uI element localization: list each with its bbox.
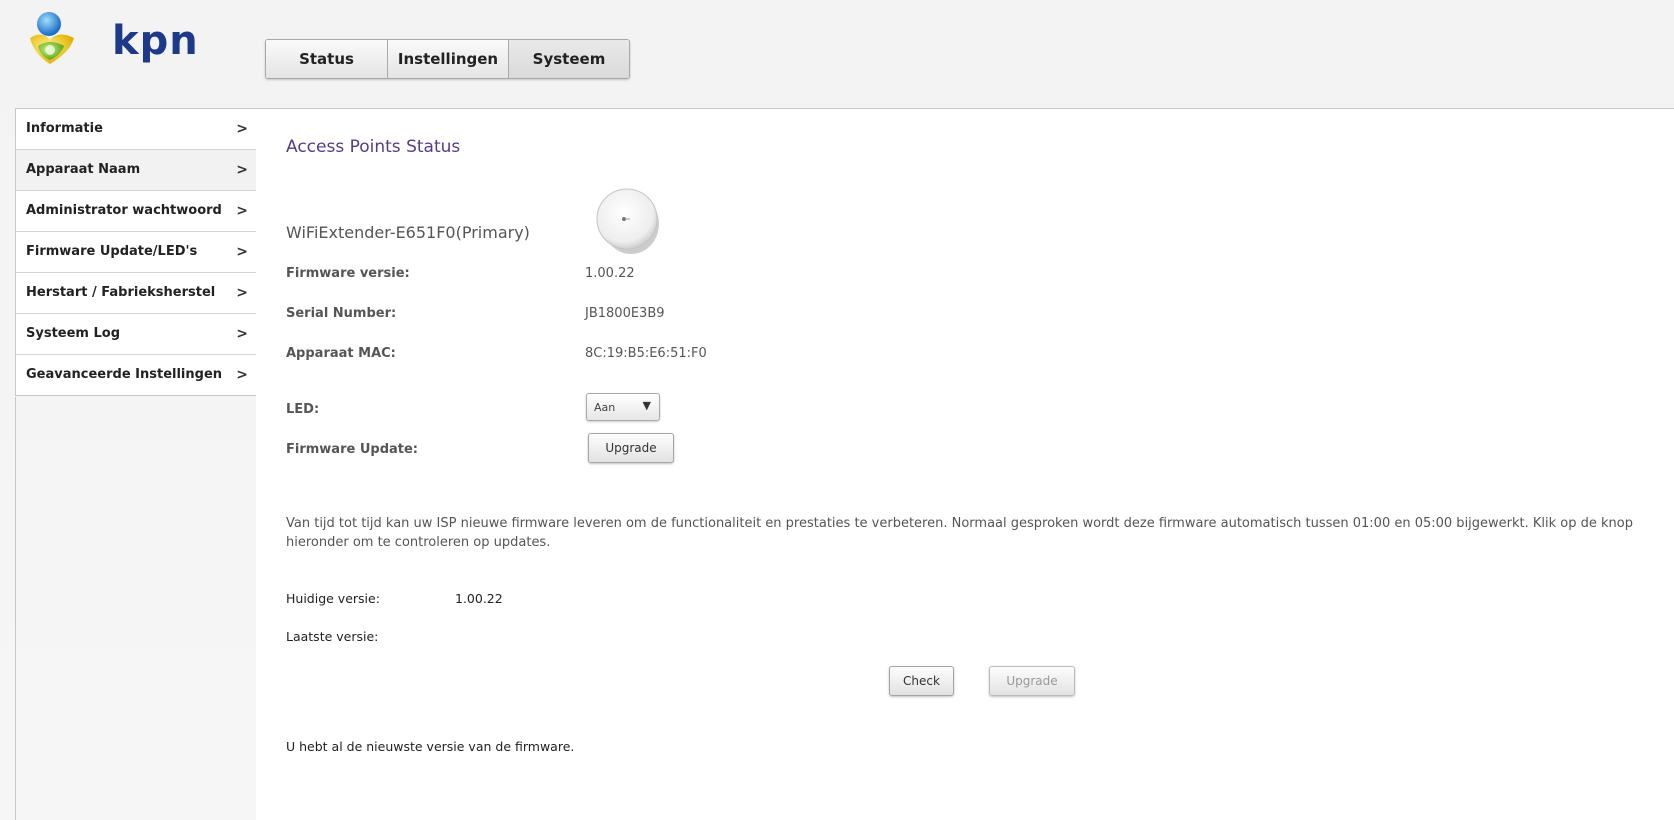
tab-status[interactable]: Status — [266, 40, 388, 78]
latest-version-label: Laatste versie: — [286, 629, 379, 644]
kpn-logo[interactable]: kpn — [24, 8, 198, 68]
access-point-device-icon — [596, 188, 659, 254]
serial-number-label: Serial Number: — [286, 306, 397, 321]
sidebar-item-administrator-wachtwoord[interactable]: Administrator wachtwoord > — [16, 191, 256, 232]
chevron-right-icon: > — [236, 203, 248, 219]
sidebar-item-apparaat-naam[interactable]: Apparaat Naam > — [16, 150, 256, 191]
firmware-upgrade-button[interactable]: Upgrade — [989, 666, 1075, 696]
tab-instellingen[interactable]: Instellingen — [388, 40, 509, 78]
led-select-value: Aan — [594, 401, 616, 414]
firmware-status-message: U hebt al de nieuwste versie van de firm… — [286, 739, 575, 754]
chevron-right-icon: > — [236, 121, 248, 137]
sidebar-item-geavanceerde-instellingen[interactable]: Geavanceerde Instellingen > — [16, 355, 256, 395]
firmware-update-label: Firmware Update: — [286, 442, 418, 457]
sidebar-item-herstart-fabrieksherstel[interactable]: Herstart / Fabrieksherstel > — [16, 273, 256, 314]
device-name: WiFiExtender-E651F0(Primary) — [286, 223, 530, 242]
chevron-right-icon: > — [236, 244, 248, 260]
sidebar-item-systeem-log[interactable]: Systeem Log > — [16, 314, 256, 355]
chevron-right-icon: > — [236, 162, 248, 178]
current-version-value: 1.00.22 — [455, 591, 503, 606]
sidebar: Informatie > Apparaat Naam > Administrat… — [15, 108, 257, 396]
firmware-description: Van tijd tot tijd kan uw ISP nieuwe firm… — [286, 516, 1634, 550]
sidebar-item-label: Administrator wachtwoord — [26, 203, 222, 218]
serial-number-value: JB1800E3B9 — [585, 306, 665, 321]
main-content: Access Points Status WiFiExtender-E651F0… — [256, 108, 1674, 820]
header: kpn Status Instellingen Systeem — [0, 0, 1674, 108]
device-upgrade-button[interactable]: Upgrade — [588, 433, 674, 463]
top-navigation: Status Instellingen Systeem — [265, 39, 630, 79]
logo-text: kpn — [112, 18, 199, 64]
current-version-label: Huidige versie: — [286, 591, 380, 606]
chevron-right-icon: > — [236, 326, 248, 342]
sidebar-item-label: Systeem Log — [26, 326, 121, 341]
app-root: kpn Status Instellingen Systeem Informat… — [0, 0, 1674, 820]
kpn-crown-icon — [30, 12, 74, 64]
sidebar-item-firmware-update-leds[interactable]: Firmware Update/LED's > — [16, 232, 256, 273]
chevron-right-icon: > — [236, 367, 248, 383]
sidebar-item-label: Geavanceerde Instellingen — [26, 367, 223, 382]
sidebar-item-informatie[interactable]: Informatie > — [16, 109, 256, 150]
device-mac-value: 8C:19:B5:E6:51:F0 — [585, 346, 707, 361]
tab-systeem[interactable]: Systeem — [509, 40, 629, 78]
sidebar-item-label: Herstart / Fabrieksherstel — [26, 285, 216, 300]
dropdown-arrow-icon: ▼ — [642, 399, 651, 412]
check-button[interactable]: Check — [889, 666, 954, 696]
sidebar-item-label: Informatie — [26, 121, 103, 136]
firmware-version-value: 1.00.22 — [585, 266, 635, 281]
page-title: Access Points Status — [286, 137, 461, 157]
chevron-right-icon: > — [236, 285, 248, 301]
sidebar-divider — [15, 397, 16, 820]
led-label: LED: — [286, 402, 320, 417]
sidebar-item-label: Apparaat Naam — [26, 162, 141, 177]
firmware-version-label: Firmware versie: — [286, 266, 410, 281]
device-mac-label: Apparaat MAC: — [286, 346, 396, 361]
led-select[interactable]: Aan ▼ — [586, 393, 660, 421]
sidebar-item-label: Firmware Update/LED's — [26, 244, 198, 259]
